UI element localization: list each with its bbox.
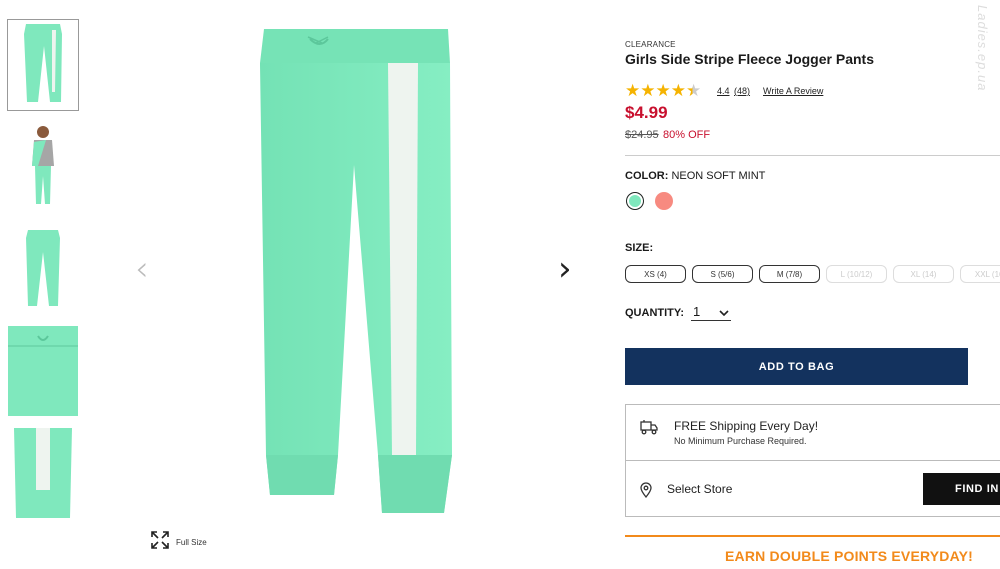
size-m-button[interactable]: M (7/8) <box>759 265 820 283</box>
rating-value[interactable]: 4.4 <box>717 86 730 96</box>
quantity-label: QUANTITY: <box>625 307 684 319</box>
watermark: Ladies.ep.ua <box>975 5 990 91</box>
location-pin-icon <box>640 482 652 503</box>
main-product-image <box>230 25 470 520</box>
full-size-label: Full Size <box>176 538 207 547</box>
swatch-neon-soft-mint[interactable] <box>626 192 644 210</box>
discount-label: 80% OFF <box>663 129 710 141</box>
add-to-bag-button[interactable]: ADD TO BAG <box>625 348 968 385</box>
star-icon: ★ <box>671 82 686 99</box>
clearance-badge: CLEARANCE <box>625 40 676 49</box>
shipping-subtitle: No Minimum Purchase Required. <box>674 436 807 446</box>
shipping-title: FREE Shipping Every Day! <box>674 419 818 433</box>
thumbnail-4[interactable] <box>8 326 78 416</box>
size-label: SIZE: <box>625 242 653 254</box>
truck-icon <box>639 418 659 441</box>
sale-price: $4.99 <box>625 103 668 123</box>
full-size-button[interactable]: Full Size <box>150 530 207 555</box>
color-heading: COLOR: <box>625 170 668 182</box>
quantity-value: 1 <box>693 304 700 319</box>
promo-banner: EARN DOUBLE POINTS EVERYDAY! <box>725 548 973 564</box>
thumbnail-5[interactable] <box>8 428 78 518</box>
rating-stars: ★ ★ ★ ★ ★ <box>625 82 701 99</box>
thumbnail-1[interactable] <box>8 20 78 110</box>
size-l-button: L (10/12) <box>826 265 887 283</box>
star-icon: ★ <box>640 82 655 99</box>
rating-count[interactable]: (48) <box>734 86 750 96</box>
next-image-icon[interactable]: › <box>558 252 572 286</box>
chevron-down-icon <box>719 304 729 319</box>
original-price: $24.95 <box>625 129 659 141</box>
divider <box>626 460 1000 461</box>
size-xs-button[interactable]: XS (4) <box>625 265 686 283</box>
star-icon: ★ <box>656 82 671 99</box>
size-xxl-button: XXL (16) <box>960 265 1000 283</box>
color-label: COLOR: NEON SOFT MINT <box>625 170 765 182</box>
find-in-store-button[interactable]: FIND IN <box>923 473 1000 505</box>
thumbnail-3[interactable] <box>8 224 78 314</box>
select-store-link[interactable]: Select Store <box>667 482 732 496</box>
promo-divider <box>625 535 1000 537</box>
size-xl-button: XL (14) <box>893 265 954 283</box>
write-review-link[interactable]: Write A Review <box>763 86 823 96</box>
size-s-button[interactable]: S (5/6) <box>692 265 753 283</box>
product-title: Girls Side Stripe Fleece Jogger Pants <box>625 51 874 67</box>
expand-icon <box>150 530 170 555</box>
star-half-icon: ★ <box>686 82 701 99</box>
quantity-select[interactable]: 1 <box>691 303 731 321</box>
product-details-panel: CLEARANCE Girls Side Stripe Fleece Jogge… <box>625 0 1000 569</box>
shipping-store-box: FREE Shipping Every Day! No Minimum Purc… <box>625 404 1000 517</box>
star-icon: ★ <box>625 82 640 99</box>
divider <box>625 155 1000 156</box>
thumbnail-2[interactable] <box>8 122 78 212</box>
color-selected-name: NEON SOFT MINT <box>671 170 765 182</box>
previous-image-icon[interactable]: ‹ <box>135 252 149 286</box>
swatch-coral[interactable] <box>655 192 673 210</box>
